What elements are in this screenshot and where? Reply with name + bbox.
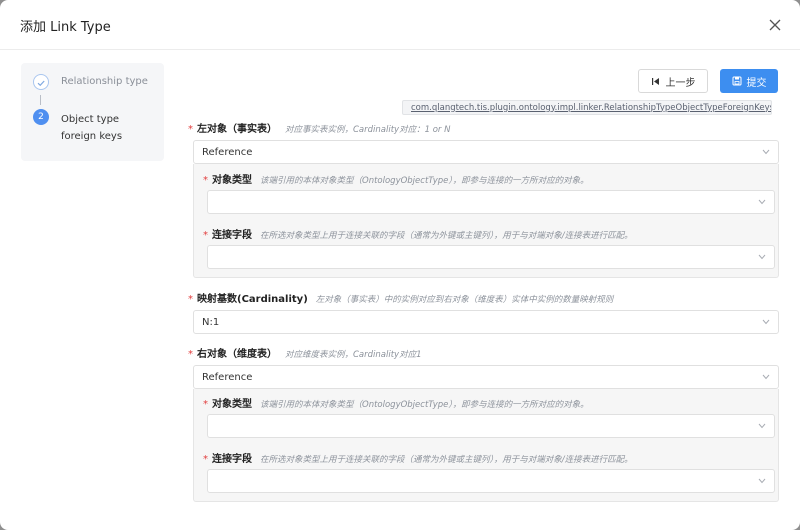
right-join-field-label: 连接字段: [212, 454, 252, 465]
cardinality-select[interactable]: N:1: [193, 310, 779, 334]
steps-panel: Relationship type 2 Object type foreign …: [21, 63, 164, 161]
required-marker: *: [203, 399, 208, 410]
right-join-field-hint: 在所选对象类型上用于连接关联的字段（通常为外键或主键列），用于与对端对象/连接表…: [260, 455, 633, 465]
required-marker: *: [188, 294, 193, 305]
right-object-type-label-row: * 对象类型 该端引用的本体对象类型（OntologyObjectType），即参与…: [203, 395, 589, 410]
right-object-type-label: 对象类型: [212, 399, 252, 410]
right-object-hint: 对应维度表实例，Cardinality对应1: [285, 350, 422, 360]
chevron-down-icon: [758, 423, 766, 429]
required-marker: *: [203, 230, 208, 241]
required-marker: *: [188, 124, 193, 135]
previous-step-label: 上一步: [665, 77, 696, 89]
dialog-title: 添加 Link Type: [20, 20, 111, 35]
left-object-label-row: * 左对象（事实表） 对应事实表实例，Cardinality对应：1 or N: [188, 120, 450, 135]
required-marker: *: [188, 349, 193, 360]
left-join-field-label-row: * 连接字段 在所选对象类型上用于连接关联的字段（通常为外键或主键列），用于与对端对…: [203, 226, 633, 241]
left-object-hint: 对应事实表实例，Cardinality对应：1 or N: [285, 125, 451, 135]
left-join-field-select[interactable]: [207, 245, 775, 269]
right-object-label-row: * 右对象（维度表） 对应维度表实例，Cardinality对应1: [188, 345, 422, 360]
step-2-label: Object type foreign keys: [61, 114, 123, 142]
dialog-header: 添加 Link Type: [0, 0, 800, 50]
left-object-type-select[interactable]: Reference: [193, 140, 779, 164]
submit-button[interactable]: 提交: [720, 69, 778, 93]
right-join-field-select[interactable]: [207, 469, 775, 493]
right-object-label: 右对象（维度表）: [197, 349, 277, 360]
check-icon: [33, 74, 49, 90]
left-object-label: 左对象（事实表）: [197, 124, 277, 135]
step-1-label: Relationship type: [61, 76, 148, 87]
left-object-type-label: 对象类型: [212, 175, 252, 186]
left-join-field-hint: 在所选对象类型上用于连接关联的字段（通常为外键或主键列），用于与对端对象/连接表…: [260, 231, 633, 241]
chevron-down-icon: [762, 374, 770, 380]
right-join-field-label-row: * 连接字段 在所选对象类型上用于连接关联的字段（通常为外键或主键列），用于与对端对…: [203, 450, 633, 465]
plugin-classpath-link[interactable]: com.qlangtech.tis.plugin.ontology.impl.l…: [402, 100, 772, 115]
plugin-classpath-text: com.qlangtech.tis.plugin.ontology.impl.l…: [411, 102, 772, 113]
chevron-down-icon: [758, 199, 766, 205]
chevron-down-icon: [758, 478, 766, 484]
save-icon: [732, 76, 741, 86]
chevron-down-icon: [758, 254, 766, 260]
skip-back-icon: [651, 77, 659, 85]
cardinality-label: 映射基数(Cardinality): [197, 294, 308, 305]
required-marker: *: [203, 454, 208, 465]
chevron-down-icon: [762, 319, 770, 325]
submit-label: 提交: [746, 77, 767, 89]
chevron-down-icon: [762, 149, 770, 155]
close-icon[interactable]: [765, 15, 785, 35]
required-marker: *: [203, 175, 208, 186]
left-object-type-label-row: * 对象类型 该端引用的本体对象类型（OntologyObjectType），即参与…: [203, 171, 589, 186]
right-object-type-select[interactable]: Reference: [193, 365, 779, 389]
cardinality-hint: 左对象（事实表）中的实例对应到右对象（维度表）实体中实例的数量映射规则: [315, 295, 614, 305]
right-object-type-value: Reference: [202, 371, 253, 383]
left-object-type-value: Reference: [202, 146, 253, 158]
add-link-type-dialog: 添加 Link Type Relationship type 2 Object …: [0, 0, 800, 530]
cardinality-label-row: * 映射基数(Cardinality) 左对象（事实表）中的实例对应到右对象（维度表…: [188, 290, 613, 305]
right-ontology-object-type-select[interactable]: [207, 414, 775, 438]
right-object-type-hint: 该端引用的本体对象类型（OntologyObjectType），即参与连接的一方…: [260, 400, 589, 410]
left-object-type-hint: 该端引用的本体对象类型（OntologyObjectType），即参与连接的一方…: [260, 176, 589, 186]
step-2-number: 2: [33, 109, 49, 125]
cardinality-value: N:1: [202, 316, 220, 328]
step-connector: [40, 95, 41, 105]
left-join-field-label: 连接字段: [212, 230, 252, 241]
previous-step-button[interactable]: 上一步: [638, 69, 708, 93]
left-ontology-object-type-select[interactable]: [207, 190, 775, 214]
